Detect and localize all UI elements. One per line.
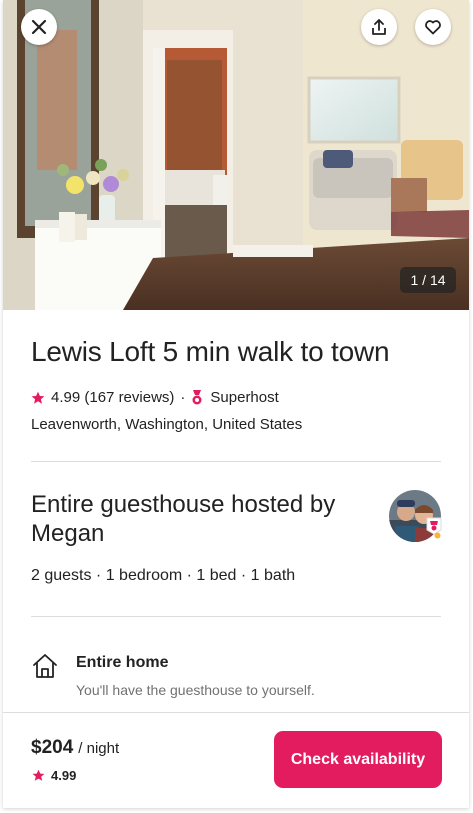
listing-location[interactable]: Leavenworth, Washington, United States — [31, 416, 302, 433]
superhost-badge-icon — [426, 517, 442, 539]
price-value: $204 — [31, 737, 74, 758]
footer-rating: 4.99 — [32, 768, 76, 783]
listing-specs: 2 guests · 1 bedroom · 1 bed · 1 bath — [31, 567, 296, 584]
photo-counter: 1 / 14 — [400, 267, 456, 293]
share-button[interactable] — [361, 9, 397, 45]
star-icon — [31, 391, 45, 404]
star-icon — [32, 769, 45, 781]
check-availability-button[interactable]: Check availability — [274, 731, 442, 788]
superhost-label: Superhost — [210, 389, 279, 406]
room-photo-image — [3, 0, 469, 310]
feature-description: You'll have the guesthouse to yourself. — [76, 682, 315, 698]
home-icon — [33, 654, 57, 678]
booking-footer: $204 / night 4.99 Check availability — [3, 712, 469, 808]
divider — [31, 616, 441, 617]
close-button[interactable] — [21, 9, 57, 45]
save-button[interactable] — [415, 9, 451, 45]
superhost-icon — [192, 389, 202, 404]
rating-value: 4.99 — [51, 389, 81, 406]
price: $204 / night — [31, 737, 119, 759]
reviews-link[interactable]: (167 reviews) — [84, 389, 174, 406]
divider — [31, 461, 441, 462]
feature-title: Entire home — [76, 654, 169, 671]
host-title: Entire guesthouse hosted by Megan — [31, 491, 336, 547]
listing-photo[interactable]: 1 / 14 — [3, 0, 469, 310]
footer-rating-value: 4.99 — [51, 768, 77, 783]
close-icon — [31, 19, 47, 35]
heart-icon — [425, 20, 441, 35]
listing-meta: 4.99 (167 reviews) · Superhost — [31, 389, 279, 406]
share-icon — [372, 19, 386, 35]
meta-separator: · — [180, 389, 186, 406]
price-unit: / night — [78, 740, 120, 757]
listing-title: Lewis Loft 5 min walk to town — [31, 336, 390, 367]
listing-screen: 1 / 14 Lewis Loft 5 min walk to town 4.9… — [3, 0, 469, 808]
